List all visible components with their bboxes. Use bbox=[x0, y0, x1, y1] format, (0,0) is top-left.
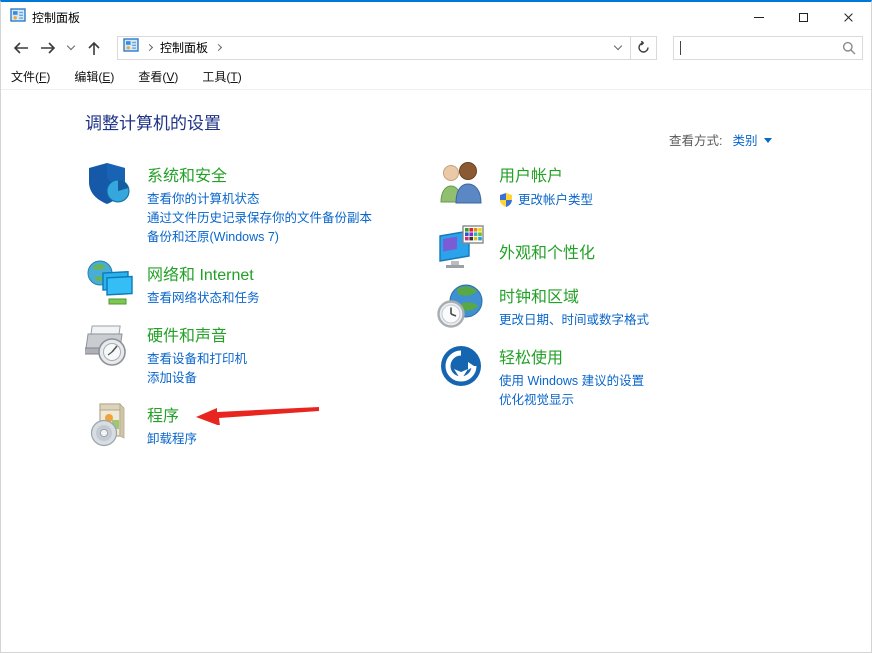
uac-shield-icon bbox=[499, 192, 513, 208]
close-icon bbox=[843, 12, 854, 23]
globe-clock-icon[interactable] bbox=[437, 281, 485, 329]
link-change-date-time-number-formats[interactable]: 更改日期、时间或数字格式 bbox=[499, 313, 649, 327]
software-box-cd-icon[interactable] bbox=[85, 400, 133, 448]
category-network-internet: 网络和 Internet 查看网络状态和任务 bbox=[85, 259, 437, 310]
refresh-button[interactable] bbox=[630, 37, 656, 59]
categories-right-column: 用户帐户 更改帐户类型 bbox=[437, 160, 797, 461]
control-panel-icon bbox=[123, 37, 139, 58]
menu-view[interactable]: 查看(V) bbox=[138, 68, 178, 85]
category-title-system-security[interactable]: 系统和安全 bbox=[147, 162, 372, 186]
up-arrow-icon bbox=[87, 40, 101, 56]
recent-locations-button[interactable] bbox=[65, 36, 77, 60]
category-title-ease-of-access[interactable]: 轻松使用 bbox=[499, 344, 644, 368]
control-panel-window: 控制面板 bbox=[0, 0, 872, 653]
window-title: 控制面板 bbox=[32, 9, 736, 26]
network-globe-monitors-icon[interactable] bbox=[85, 259, 133, 307]
menu-edit[interactable]: 编辑(E) bbox=[74, 68, 114, 85]
menu-tools[interactable]: 工具(T) bbox=[202, 68, 241, 85]
red-annotation-arrow bbox=[195, 403, 320, 425]
control-panel-icon bbox=[10, 7, 26, 28]
ease-of-access-icon[interactable] bbox=[437, 342, 485, 390]
breadcrumb-chevron-icon bbox=[215, 44, 222, 51]
back-arrow-icon bbox=[12, 41, 30, 55]
chevron-down-icon bbox=[67, 42, 75, 50]
link-check-computer-status[interactable]: 查看你的计算机状态 bbox=[147, 192, 372, 206]
category-appearance-personalization: 外观和个性化 bbox=[437, 223, 797, 271]
category-programs: 程序 卸载程序 bbox=[85, 400, 437, 451]
minimize-icon bbox=[754, 17, 764, 18]
address-dropdown-button[interactable] bbox=[606, 37, 630, 59]
view-by-control: 查看方式: 类别 bbox=[669, 130, 772, 149]
text-caret bbox=[680, 41, 681, 55]
link-backup-restore-win7[interactable]: 备份和还原(Windows 7) bbox=[147, 230, 372, 244]
refresh-icon bbox=[637, 41, 650, 54]
navigation-bar: 控制面板 bbox=[1, 32, 871, 63]
link-change-account-type[interactable]: 更改帐户类型 bbox=[499, 192, 593, 208]
content-area: 调整计算机的设置 查看方式: 类别 bbox=[1, 109, 871, 461]
breadcrumb-item-control-panel[interactable]: 控制面板 bbox=[160, 39, 208, 56]
up-button[interactable] bbox=[84, 36, 104, 60]
link-optimize-visual-display[interactable]: 优化视觉显示 bbox=[499, 393, 644, 407]
category-title-hardware-sound[interactable]: 硬件和声音 bbox=[147, 322, 247, 346]
category-title-user-accounts[interactable]: 用户帐户 bbox=[499, 162, 593, 186]
chevron-down-icon bbox=[614, 42, 622, 50]
close-button[interactable] bbox=[826, 2, 871, 32]
search-box[interactable] bbox=[673, 36, 863, 60]
forward-arrow-icon bbox=[39, 41, 57, 55]
view-by-label: 查看方式: bbox=[669, 130, 722, 149]
address-bar[interactable]: 控制面板 bbox=[117, 36, 657, 60]
titlebar: 控制面板 bbox=[1, 2, 871, 32]
link-windows-suggested-settings[interactable]: 使用 Windows 建议的设置 bbox=[499, 374, 644, 388]
category-title-programs[interactable]: 程序 bbox=[147, 402, 320, 426]
back-button[interactable] bbox=[11, 36, 31, 60]
category-title-network-internet[interactable]: 网络和 Internet bbox=[147, 261, 260, 285]
categories-left-column: 系统和安全 查看你的计算机状态 通过文件历史记录保存你的文件备份副本 备份和还原… bbox=[85, 160, 437, 461]
link-network-status-tasks[interactable]: 查看网络状态和任务 bbox=[147, 291, 260, 305]
category-system-security: 系统和安全 查看你的计算机状态 通过文件历史记录保存你的文件备份副本 备份和还原… bbox=[85, 160, 437, 249]
menu-file[interactable]: 文件(F) bbox=[11, 68, 50, 85]
security-shield-icon[interactable] bbox=[85, 160, 133, 208]
link-uninstall-program[interactable]: 卸载程序 bbox=[147, 432, 320, 446]
breadcrumb-chevron-icon bbox=[146, 44, 153, 51]
dropdown-triangle-icon bbox=[764, 138, 772, 143]
monitor-palette-icon[interactable] bbox=[437, 223, 485, 271]
category-hardware-sound: 硬件和声音 查看设备和打印机 添加设备 bbox=[85, 320, 437, 390]
maximize-button[interactable] bbox=[781, 2, 826, 32]
view-by-dropdown[interactable]: 类别 bbox=[732, 130, 771, 149]
category-title-clock-region[interactable]: 时钟和区域 bbox=[499, 283, 649, 307]
link-file-history-backup[interactable]: 通过文件历史记录保存你的文件备份副本 bbox=[147, 211, 372, 225]
link-add-device[interactable]: 添加设备 bbox=[147, 371, 247, 385]
search-input[interactable] bbox=[683, 39, 842, 57]
category-title-appearance[interactable]: 外观和个性化 bbox=[499, 239, 595, 263]
category-ease-of-access: 轻松使用 使用 Windows 建议的设置 优化视觉显示 bbox=[437, 342, 797, 412]
menu-bar: 文件(F) 编辑(E) 查看(V) 工具(T) bbox=[1, 63, 871, 90]
link-devices-printers[interactable]: 查看设备和打印机 bbox=[147, 352, 247, 366]
forward-button[interactable] bbox=[38, 36, 58, 60]
minimize-button[interactable] bbox=[736, 2, 781, 32]
maximize-icon bbox=[799, 13, 808, 22]
breadcrumb[interactable]: 控制面板 bbox=[118, 37, 606, 59]
search-icon bbox=[842, 41, 856, 55]
category-clock-region: 时钟和区域 更改日期、时间或数字格式 bbox=[437, 281, 797, 332]
printer-gauge-icon[interactable] bbox=[85, 320, 133, 368]
category-user-accounts: 用户帐户 更改帐户类型 bbox=[437, 160, 797, 213]
two-users-icon[interactable] bbox=[437, 160, 485, 208]
